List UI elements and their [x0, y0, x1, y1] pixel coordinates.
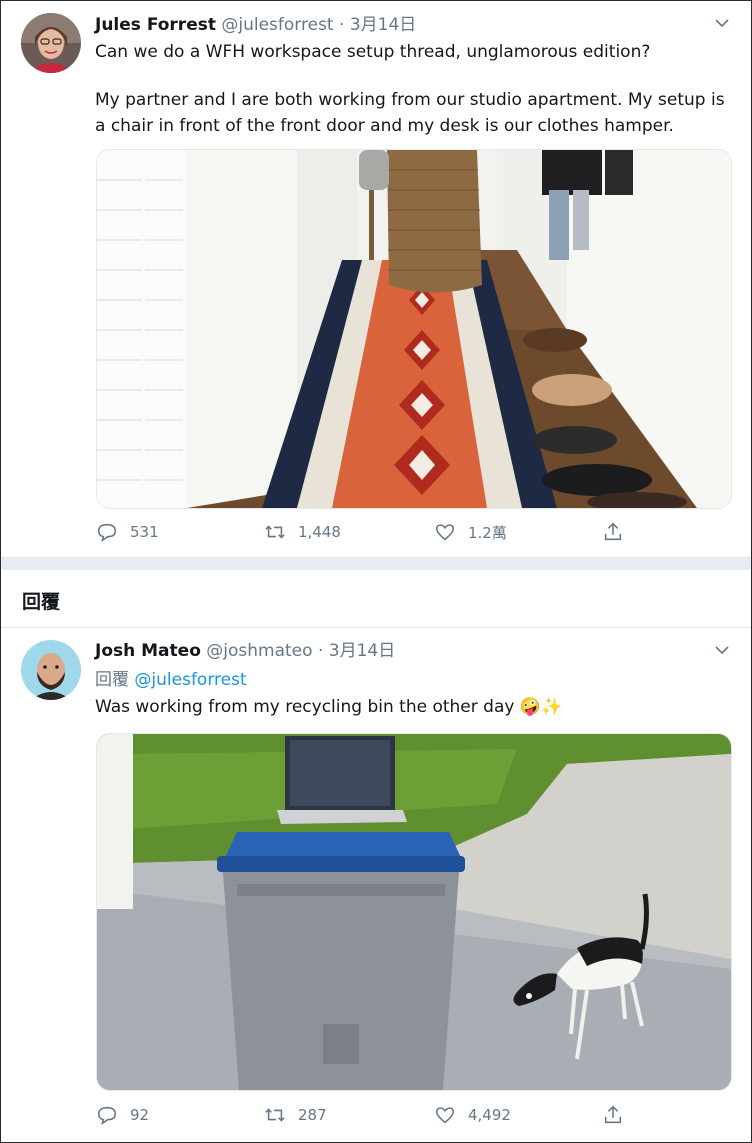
share-icon[interactable] — [602, 1104, 624, 1126]
tweet-text: Can we do a WFH workspace setup thread, … — [95, 39, 731, 139]
retweet-icon[interactable] — [264, 1104, 286, 1126]
tweet-jules[interactable]: Jules Forrest @julesforrest · 3月14日 Can … — [1, 0, 751, 556]
chevron-down-icon[interactable] — [715, 16, 729, 30]
tweet-header: Josh Mateo @joshmateo · 3月14日 — [95, 640, 395, 662]
tweet-actions: 92 287 4,492 — [96, 1102, 730, 1128]
retweet-action[interactable]: 287 — [264, 1102, 327, 1128]
tweet-josh[interactable]: Josh Mateo @joshmateo · 3月14日 回覆 @julesf… — [1, 628, 751, 1141]
reply-action[interactable]: 531 — [96, 519, 159, 545]
display-name[interactable]: Josh Mateo — [95, 641, 201, 661]
share-icon[interactable] — [602, 521, 624, 543]
separator: · — [317, 641, 324, 661]
tweet-date[interactable]: 3月14日 — [329, 641, 395, 661]
tweet-photo[interactable] — [96, 733, 732, 1091]
avatar[interactable] — [21, 13, 81, 73]
tweet-header: Jules Forrest @julesforrest · 3月14日 — [95, 14, 416, 36]
reply-count: 531 — [130, 523, 159, 541]
retweet-count: 287 — [298, 1106, 327, 1124]
recycling-bin-photo — [97, 734, 731, 1090]
tweet-text-content: Was working from my recycling bin the ot… — [95, 697, 515, 717]
reply-icon[interactable] — [96, 521, 118, 543]
tweet-text-line: Can we do a WFH workspace setup thread, … — [95, 42, 651, 62]
tweet-date[interactable]: 3月14日 — [350, 15, 416, 35]
reply-label: 回覆 — [95, 670, 129, 690]
user-handle[interactable]: @julesforrest — [221, 15, 333, 35]
tweet-text: Was working from my recycling bin the ot… — [95, 694, 731, 720]
chevron-down-icon[interactable] — [715, 643, 729, 657]
share-action[interactable] — [602, 1102, 636, 1128]
hallway-photo — [97, 150, 731, 508]
like-count: 4,492 — [468, 1106, 511, 1124]
reply-context: 回覆 @julesforrest — [95, 669, 247, 691]
like-action[interactable]: 1.2萬 — [434, 519, 507, 545]
retweet-icon[interactable] — [264, 521, 286, 543]
heart-icon[interactable] — [434, 1104, 456, 1126]
reply-action[interactable]: 92 — [96, 1102, 149, 1128]
emoji: 🤪✨ — [519, 697, 563, 717]
replies-heading: 回覆 — [22, 591, 61, 613]
tweet-photo[interactable] — [96, 149, 732, 509]
display-name[interactable]: Jules Forrest — [95, 15, 216, 35]
tweet-text-paragraph: My partner and I are both working from o… — [95, 90, 725, 136]
reply-icon[interactable] — [96, 1104, 118, 1126]
tweet-actions: 531 1,448 1.2萬 — [96, 519, 730, 545]
heart-icon[interactable] — [434, 521, 456, 543]
retweet-action[interactable]: 1,448 — [264, 519, 341, 545]
reply-mention-link[interactable]: @julesforrest — [134, 670, 246, 690]
like-count: 1.2萬 — [468, 523, 507, 542]
separator: · — [339, 15, 345, 35]
section-divider — [1, 557, 751, 570]
user-handle[interactable]: @joshmateo — [206, 641, 312, 661]
retweet-count: 1,448 — [298, 523, 341, 541]
share-action[interactable] — [602, 519, 636, 545]
reply-count: 92 — [130, 1106, 150, 1124]
avatar[interactable] — [21, 640, 81, 700]
like-action[interactable]: 4,492 — [434, 1102, 511, 1128]
